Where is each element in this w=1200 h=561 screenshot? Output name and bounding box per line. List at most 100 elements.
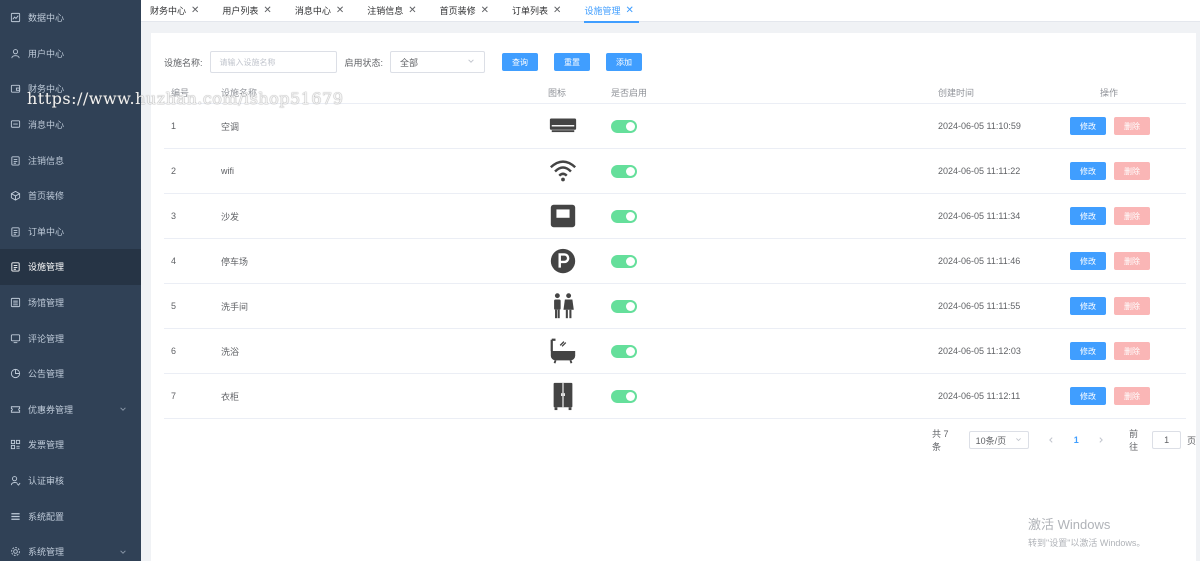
sidebar: 数据中心 用户中心 财务中心 消息中心 注销信息 首页装修 订单中心 设施管理 场馆管理 评论管理… (0, 0, 141, 561)
sidebar-item-label: 评论管理 (28, 333, 65, 344)
row-actions: 修改 删除 (1070, 284, 1150, 328)
row-created: 2024-06-05 11:11:55 (938, 301, 1021, 311)
row-enabled-cell (611, 194, 637, 238)
row-name: 空调 (221, 121, 240, 132)
delete-button[interactable]: 删除 (1114, 162, 1150, 180)
row-created: 2024-06-05 11:11:34 (938, 211, 1021, 221)
row-name: 衣柜 (221, 391, 240, 402)
page-size-value: 10条/页 (975, 435, 1007, 446)
row-enabled-cell (611, 239, 637, 283)
sidebar-item-15[interactable]: 系统管理 (0, 534, 141, 561)
sidebar-item-label: 系统配置 (28, 511, 65, 522)
sidebar-item-label: 优惠券管理 (28, 404, 74, 415)
sidebar-item-4[interactable]: 注销信息 (0, 142, 141, 178)
enabled-toggle[interactable] (611, 119, 637, 133)
edit-button[interactable]: 修改 (1070, 297, 1106, 315)
page-number-current[interactable]: 1 (1074, 435, 1079, 445)
sidebar-item-label: 消息中心 (28, 120, 65, 131)
enabled-toggle[interactable] (611, 209, 637, 223)
row-created: 2024-06-05 11:11:46 (938, 256, 1021, 266)
edit-button[interactable]: 修改 (1070, 342, 1106, 360)
delete-button[interactable]: 删除 (1114, 252, 1150, 270)
sidebar-item-0[interactable]: 数据中心 (0, 0, 141, 36)
header-created: 创建时间 (938, 87, 975, 98)
sidebar-item-label: 场馆管理 (28, 298, 65, 309)
sidebar-item-label: 注销信息 (28, 155, 65, 166)
chart-icon (10, 12, 21, 23)
pagination: 共 7 条 10条/页 1 前往 1 页 (932, 429, 1196, 452)
close-icon[interactable]: ✕ (191, 5, 199, 16)
enabled-toggle[interactable] (611, 164, 637, 178)
close-icon[interactable]: ✕ (553, 5, 561, 16)
row-name: 沙发 (221, 211, 240, 222)
sidebar-item-8[interactable]: 场馆管理 (0, 285, 141, 321)
delete-button[interactable]: 删除 (1114, 342, 1150, 360)
sidebar-item-label: 认证审核 (28, 476, 65, 487)
chevron-down-icon (467, 57, 475, 67)
message-icon (10, 119, 21, 130)
row-actions: 修改 删除 (1070, 239, 1150, 283)
tab-2[interactable]: 消息中心 ✕ (295, 0, 349, 22)
sidebar-item-5[interactable]: 首页装修 (0, 178, 141, 214)
enabled-toggle[interactable] (611, 344, 637, 358)
row-name: wifi (221, 166, 234, 176)
row-id: 5 (171, 301, 177, 311)
delete-button[interactable]: 删除 (1114, 117, 1150, 135)
search-button[interactable]: 查询 (502, 53, 539, 71)
edit-button[interactable]: 修改 (1070, 252, 1106, 270)
row-actions: 修改 删除 (1070, 329, 1150, 373)
row-enabled-cell (611, 374, 637, 418)
name-filter-label: 设施名称: (164, 57, 203, 68)
tab-1[interactable]: 用户列表 ✕ (222, 0, 276, 22)
goto-page-input[interactable]: 1 (1152, 431, 1181, 449)
page-size-select[interactable]: 10条/页 (968, 431, 1030, 449)
sidebar-item-14[interactable]: 系统配置 (0, 498, 141, 534)
tab-3[interactable]: 注销信息 ✕ (367, 0, 421, 22)
edit-button[interactable]: 修改 (1070, 387, 1106, 405)
list-icon (10, 297, 21, 308)
close-icon[interactable]: ✕ (263, 5, 271, 16)
enabled-toggle[interactable] (611, 254, 637, 268)
close-icon[interactable]: ✕ (408, 5, 416, 16)
delete-button[interactable]: 删除 (1114, 387, 1150, 405)
add-button[interactable]: 添加 (606, 53, 643, 71)
tab-0[interactable]: 财务中心 ✕ (150, 0, 204, 22)
row-actions: 修改 删除 (1070, 194, 1150, 238)
sidebar-item-3[interactable]: 消息中心 (0, 107, 141, 143)
row-id: 7 (171, 391, 177, 401)
prev-page-button[interactable] (1045, 436, 1056, 444)
next-page-button[interactable] (1096, 436, 1107, 444)
sidebar-item-label: 公告管理 (28, 369, 65, 380)
delete-button[interactable]: 删除 (1114, 297, 1150, 315)
sidebar-item-label: 订单中心 (28, 226, 65, 237)
tab-4[interactable]: 首页装修 ✕ (440, 0, 494, 22)
reset-button[interactable]: 重置 (554, 53, 591, 71)
edit-button[interactable]: 修改 (1070, 162, 1106, 180)
chevron-down-icon (119, 405, 127, 415)
sidebar-item-7[interactable]: 设施管理 (0, 249, 141, 285)
row-id: 6 (171, 346, 177, 356)
row-name: 洗浴 (221, 346, 240, 357)
sidebar-item-9[interactable]: 评论管理 (0, 320, 141, 356)
tab-5[interactable]: 订单列表 ✕ (512, 0, 566, 22)
tab-6[interactable]: 设施管理 ✕ (584, 0, 640, 23)
close-icon[interactable]: ✕ (625, 5, 633, 16)
name-filter-input[interactable]: 请输入设施名称 (209, 51, 337, 73)
edit-button[interactable]: 修改 (1070, 117, 1106, 135)
sidebar-item-11[interactable]: 优惠券管理 (0, 392, 141, 428)
enabled-toggle[interactable] (611, 389, 637, 403)
sidebar-item-1[interactable]: 用户中心 (0, 36, 141, 72)
chevron-down-icon (119, 548, 127, 558)
row-id: 3 (171, 211, 177, 221)
sidebar-item-12[interactable]: 发票管理 (0, 427, 141, 463)
sidebar-item-6[interactable]: 订单中心 (0, 214, 141, 250)
close-icon[interactable]: ✕ (336, 5, 344, 16)
sidebar-item-10[interactable]: 公告管理 (0, 356, 141, 392)
delete-button[interactable]: 删除 (1114, 207, 1150, 225)
close-icon[interactable]: ✕ (481, 5, 489, 16)
status-filter-select[interactable]: 全部 (390, 51, 486, 73)
enabled-toggle[interactable] (611, 299, 637, 313)
wallet-icon (10, 83, 21, 94)
sidebar-item-13[interactable]: 认证审核 (0, 463, 141, 499)
edit-button[interactable]: 修改 (1070, 207, 1106, 225)
